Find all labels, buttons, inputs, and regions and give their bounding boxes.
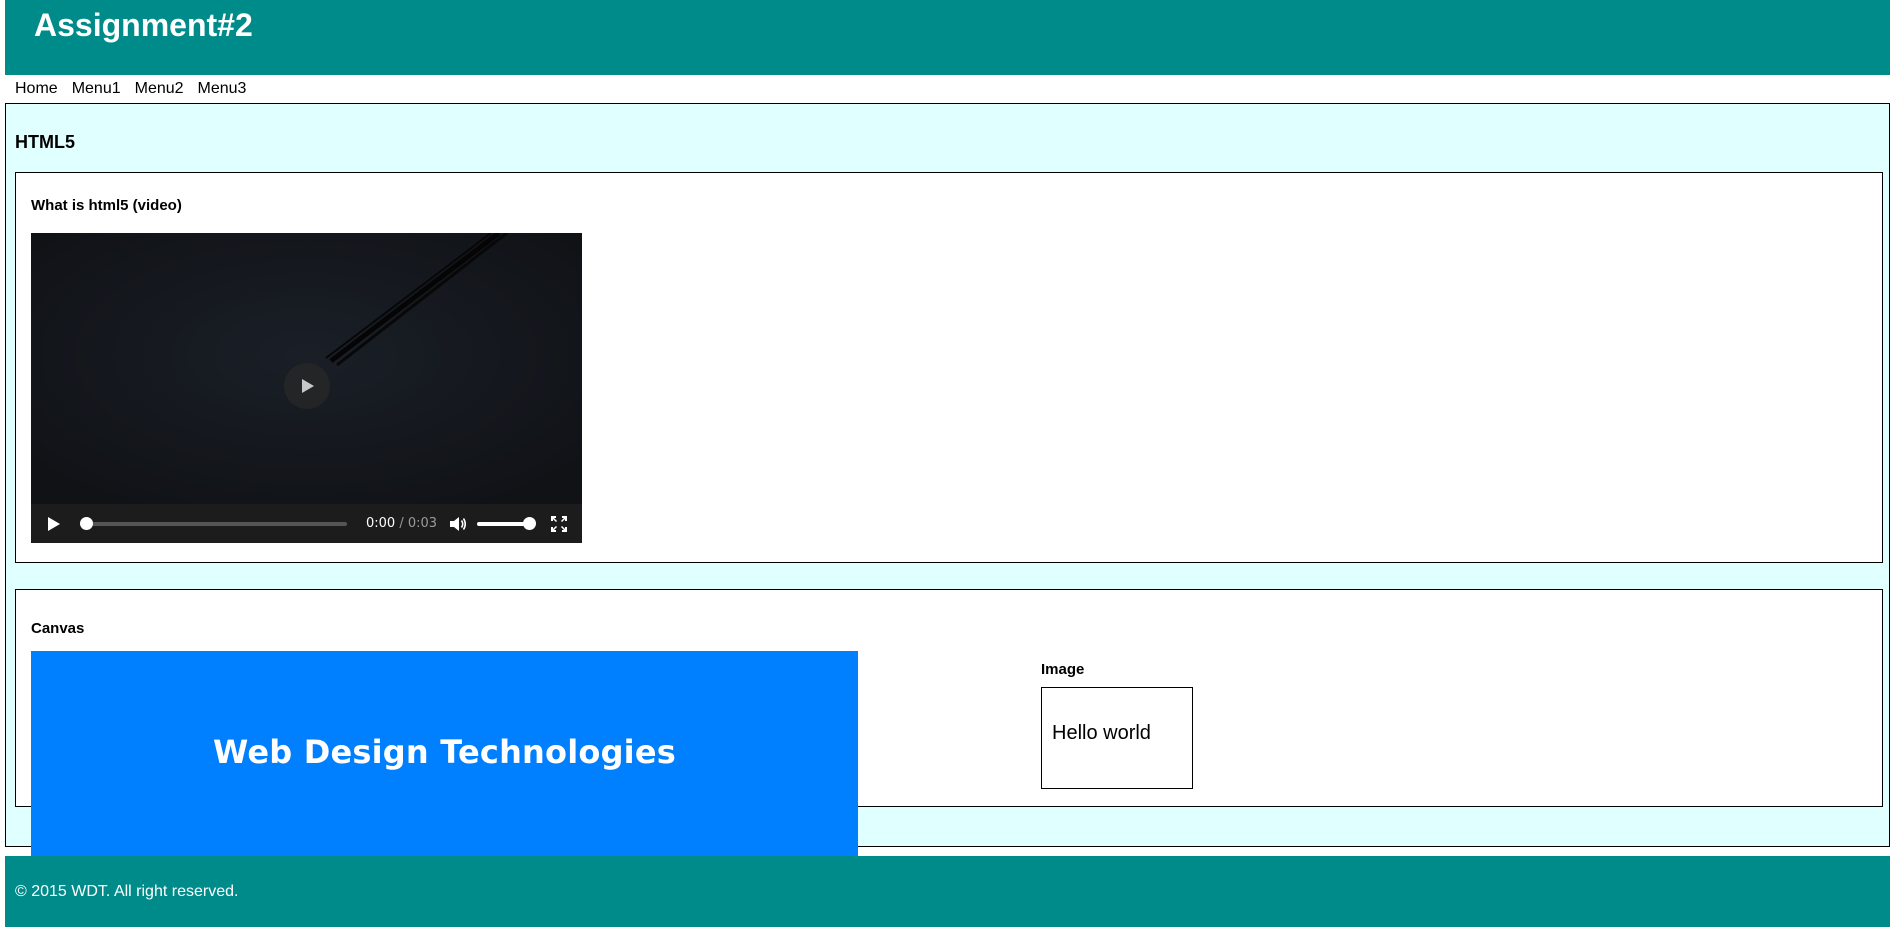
canvas-section-title: Canvas [31, 620, 85, 637]
nav-item-menu3[interactable]: Menu3 [198, 79, 247, 99]
video-section: What is html5 (video) 0:00 / 0:03 [15, 172, 1883, 563]
main-heading: HTML5 [15, 132, 75, 152]
nav-item-menu2[interactable]: Menu2 [135, 79, 184, 99]
time-display: 0:00 / 0:03 [366, 515, 437, 532]
image-text: Hello world [1052, 722, 1151, 744]
nav-item-home[interactable]: Home [15, 79, 58, 99]
mute-button[interactable] [449, 516, 467, 532]
seek-slider[interactable] [80, 517, 347, 530]
volume-knob[interactable] [523, 517, 536, 530]
seek-knob[interactable] [80, 517, 93, 530]
volume-slider[interactable] [477, 517, 536, 530]
video-section-title: What is html5 (video) [31, 197, 182, 214]
page-header: Assignment#2 [5, 0, 1890, 75]
big-play-button[interactable] [284, 363, 330, 409]
fullscreen-button[interactable] [551, 516, 567, 532]
video-controls: 0:00 / 0:03 [31, 504, 582, 543]
nav-item-menu1[interactable]: Menu1 [72, 79, 121, 99]
canvas-banner: Web Design Technologies [31, 651, 858, 856]
image-title: Image [1041, 661, 1085, 678]
play-icon [48, 517, 60, 531]
volume-icon [450, 517, 467, 531]
main-content: HTML5 What is html5 (video) 0:00 / 0:03 … [5, 103, 1890, 856]
canvas-section: Canvas Web Design Technologies Image Hel… [15, 589, 1883, 856]
fullscreen-icon [551, 516, 567, 532]
footer-copyright: © 2015 WDT. All right reserved. [15, 883, 239, 900]
nav-menu: Home Menu1 Menu2 Menu3 [15, 79, 246, 99]
image-box: Hello world [1041, 687, 1193, 789]
page-footer: © 2015 WDT. All right reserved. [5, 856, 1890, 927]
total-time: 0:03 [407, 516, 438, 531]
canvas-text: Web Design Technologies [213, 732, 676, 771]
page-title: Assignment#2 [34, 7, 253, 43]
current-time: 0:00 [366, 516, 396, 531]
video-player[interactable]: 0:00 / 0:03 [31, 233, 582, 543]
time-separator: / [395, 516, 408, 531]
play-button[interactable] [45, 516, 61, 532]
play-icon [302, 379, 314, 393]
